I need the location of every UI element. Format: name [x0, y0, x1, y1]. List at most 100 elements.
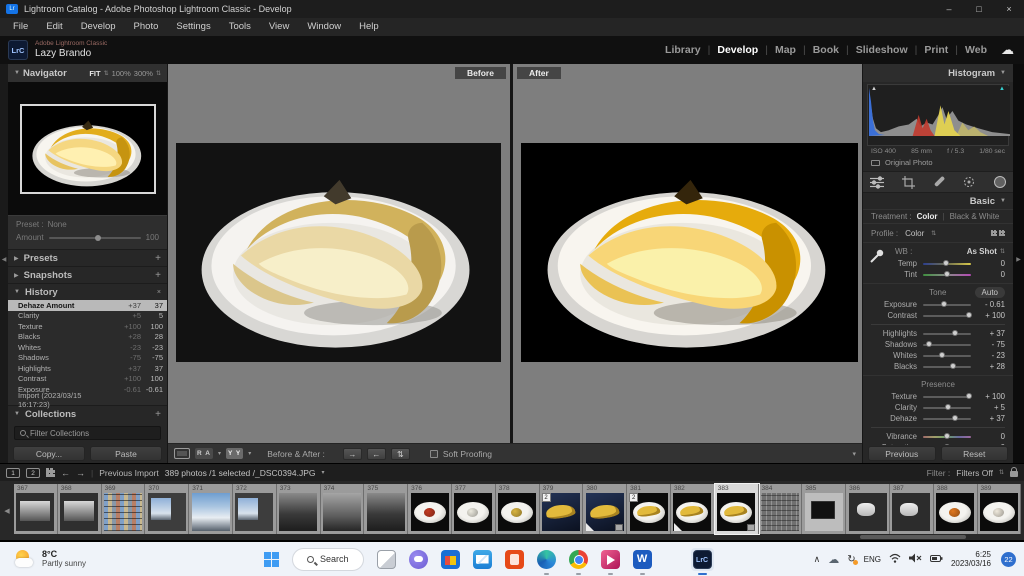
menu-help[interactable]: Help	[350, 18, 388, 36]
collections-section-header[interactable]: ▼ Collections +	[8, 405, 167, 422]
contrast-slider[interactable]	[923, 315, 971, 317]
exposure-knob[interactable]	[941, 301, 947, 307]
menu-photo[interactable]: Photo	[125, 18, 168, 36]
vibrance-slider[interactable]	[923, 436, 971, 438]
soft-proofing-checkbox[interactable]	[430, 450, 438, 458]
navigator-photo[interactable]	[20, 104, 156, 194]
contrast-value[interactable]: + 100	[977, 311, 1005, 320]
before-photo[interactable]	[176, 143, 501, 362]
temp-value[interactable]: 0	[977, 259, 1005, 268]
history-item[interactable]: Import (2023/03/15 16:17:23)	[8, 395, 167, 406]
menu-edit[interactable]: Edit	[37, 18, 71, 36]
zoom-updown-icon[interactable]: ⇅	[156, 70, 161, 77]
reference-view-icon[interactable]: R A	[195, 448, 213, 459]
crop-tool-icon[interactable]	[902, 176, 915, 189]
wifi-icon[interactable]	[889, 550, 901, 568]
treatment-bw-option[interactable]: Black & White	[950, 212, 1000, 221]
filmstrip-thumb-386[interactable]: 386	[846, 484, 890, 534]
saturation-knob[interactable]	[944, 444, 950, 445]
navigator-preview[interactable]	[8, 82, 167, 215]
histogram-header[interactable]: Histogram ▼	[863, 64, 1013, 82]
filmstrip-thumb-387[interactable]: 387	[890, 484, 934, 534]
dehaze-value[interactable]: + 37	[977, 414, 1005, 423]
filmstrip-thumb-374[interactable]: 374	[321, 484, 365, 534]
weather-widget[interactable]: 8°C Partly sunny	[14, 549, 164, 569]
filmstrip-thumb-377[interactable]: 377	[452, 484, 496, 534]
search-box[interactable]: Search	[292, 548, 364, 571]
filter-lock-icon[interactable]	[1010, 471, 1018, 477]
texture-slider[interactable]	[923, 396, 971, 398]
left-panel-collapse-strip[interactable]: ◀	[0, 64, 8, 463]
contrast-knob[interactable]	[966, 312, 972, 318]
filmstrip-thumb-368[interactable]: 368	[58, 484, 102, 534]
filmstrip-thumb-383[interactable]: 383	[715, 484, 759, 534]
tint-slider[interactable]	[923, 274, 971, 276]
basic-adjustments-icon[interactable]	[869, 176, 885, 189]
filmstrip-thumb-367[interactable]: 367	[14, 484, 58, 534]
zoom-fit[interactable]: FIT	[89, 69, 100, 78]
highlights-slider[interactable]	[923, 333, 971, 335]
taskbar-clock[interactable]: 6:25 2023/03/16	[951, 550, 991, 568]
add-snapshot-icon[interactable]: +	[155, 270, 161, 281]
module-map[interactable]: Map	[775, 44, 796, 56]
exposure-value[interactable]: - 0.61	[977, 300, 1005, 309]
copy-before-to-after-button[interactable]: →	[343, 448, 362, 460]
filmstrip-status[interactable]: 389 photos /1 selected /_DSC0394.JPG	[165, 468, 316, 478]
start-button[interactable]	[264, 552, 279, 567]
history-item[interactable]: Highlights+3737	[8, 363, 167, 374]
filmstrip-thumb-378[interactable]: 378	[496, 484, 540, 534]
healing-tool-icon[interactable]	[932, 176, 945, 189]
highlights-value[interactable]: + 37	[977, 329, 1005, 338]
menu-tools[interactable]: Tools	[220, 18, 260, 36]
toolbar-options-icon[interactable]: ▾	[852, 450, 856, 458]
history-item[interactable]: Blacks+2828	[8, 332, 167, 343]
minimize-button[interactable]: –	[934, 0, 964, 18]
blacks-knob[interactable]	[950, 363, 956, 369]
history-item[interactable]: Texture+100100	[8, 321, 167, 332]
mail-button[interactable]	[473, 550, 492, 569]
profile-value[interactable]: Color	[905, 229, 924, 238]
disclosure-icon[interactable]: ▼	[14, 411, 20, 417]
menu-view[interactable]: View	[260, 18, 298, 36]
history-section-header[interactable]: ▼ History ×	[8, 283, 167, 300]
filmstrip-thumb-385[interactable]: 385	[802, 484, 846, 534]
before-after-view-icon[interactable]: Y Y	[226, 448, 243, 459]
temp-knob[interactable]	[943, 260, 949, 266]
tray-expand-icon[interactable]: ∧	[814, 554, 821, 565]
shadows-slider[interactable]	[923, 344, 971, 346]
filter-value[interactable]: Filters Off	[956, 468, 993, 478]
module-develop[interactable]: Develop	[717, 44, 758, 56]
masking-tool-icon[interactable]	[993, 175, 1007, 189]
profile-updown-icon[interactable]: ⇅	[931, 230, 936, 237]
disclosure-icon[interactable]: ▶	[14, 255, 19, 262]
tint-value[interactable]: 0	[977, 270, 1005, 279]
reset-button[interactable]: Reset	[941, 446, 1009, 461]
history-item[interactable]: Contrast+100100	[8, 374, 167, 385]
filmstrip-scroll-left-icon[interactable]: ◀	[0, 481, 14, 540]
navigator-header[interactable]: ▼ Navigator FIT ⇅ 100% 300% ⇅	[8, 64, 167, 82]
texture-value[interactable]: + 100	[977, 392, 1005, 401]
texture-knob[interactable]	[966, 393, 972, 399]
go-forward-icon[interactable]: →	[76, 468, 85, 478]
saturation-value[interactable]: 0	[977, 443, 1005, 445]
clarity-slider[interactable]	[923, 407, 971, 409]
blacks-value[interactable]: + 28	[977, 362, 1005, 371]
filter-updown-icon[interactable]: ⇅	[999, 469, 1004, 476]
copy-after-to-before-button[interactable]: ←	[367, 448, 386, 460]
filmstrip-thumb-379[interactable]: 3792	[540, 484, 584, 534]
lightroom-taskbar-button[interactable]: LrC	[691, 548, 714, 571]
blacks-slider[interactable]	[923, 366, 971, 368]
office-button[interactable]	[505, 550, 524, 569]
close-button[interactable]: ×	[994, 0, 1024, 18]
whites-slider[interactable]	[923, 355, 971, 357]
shadows-knob[interactable]	[926, 341, 932, 347]
whites-value[interactable]: - 23	[977, 351, 1005, 360]
disclosure-icon[interactable]: ▼	[1000, 70, 1006, 76]
store-button[interactable]	[441, 550, 460, 569]
vibrance-knob[interactable]	[944, 433, 950, 439]
histogram-graph[interactable]: ▲▲	[867, 84, 1009, 146]
edge-button[interactable]	[537, 550, 556, 569]
chrome-button[interactable]	[569, 550, 588, 569]
module-print[interactable]: Print	[924, 44, 948, 56]
amount-knob[interactable]	[95, 235, 101, 241]
